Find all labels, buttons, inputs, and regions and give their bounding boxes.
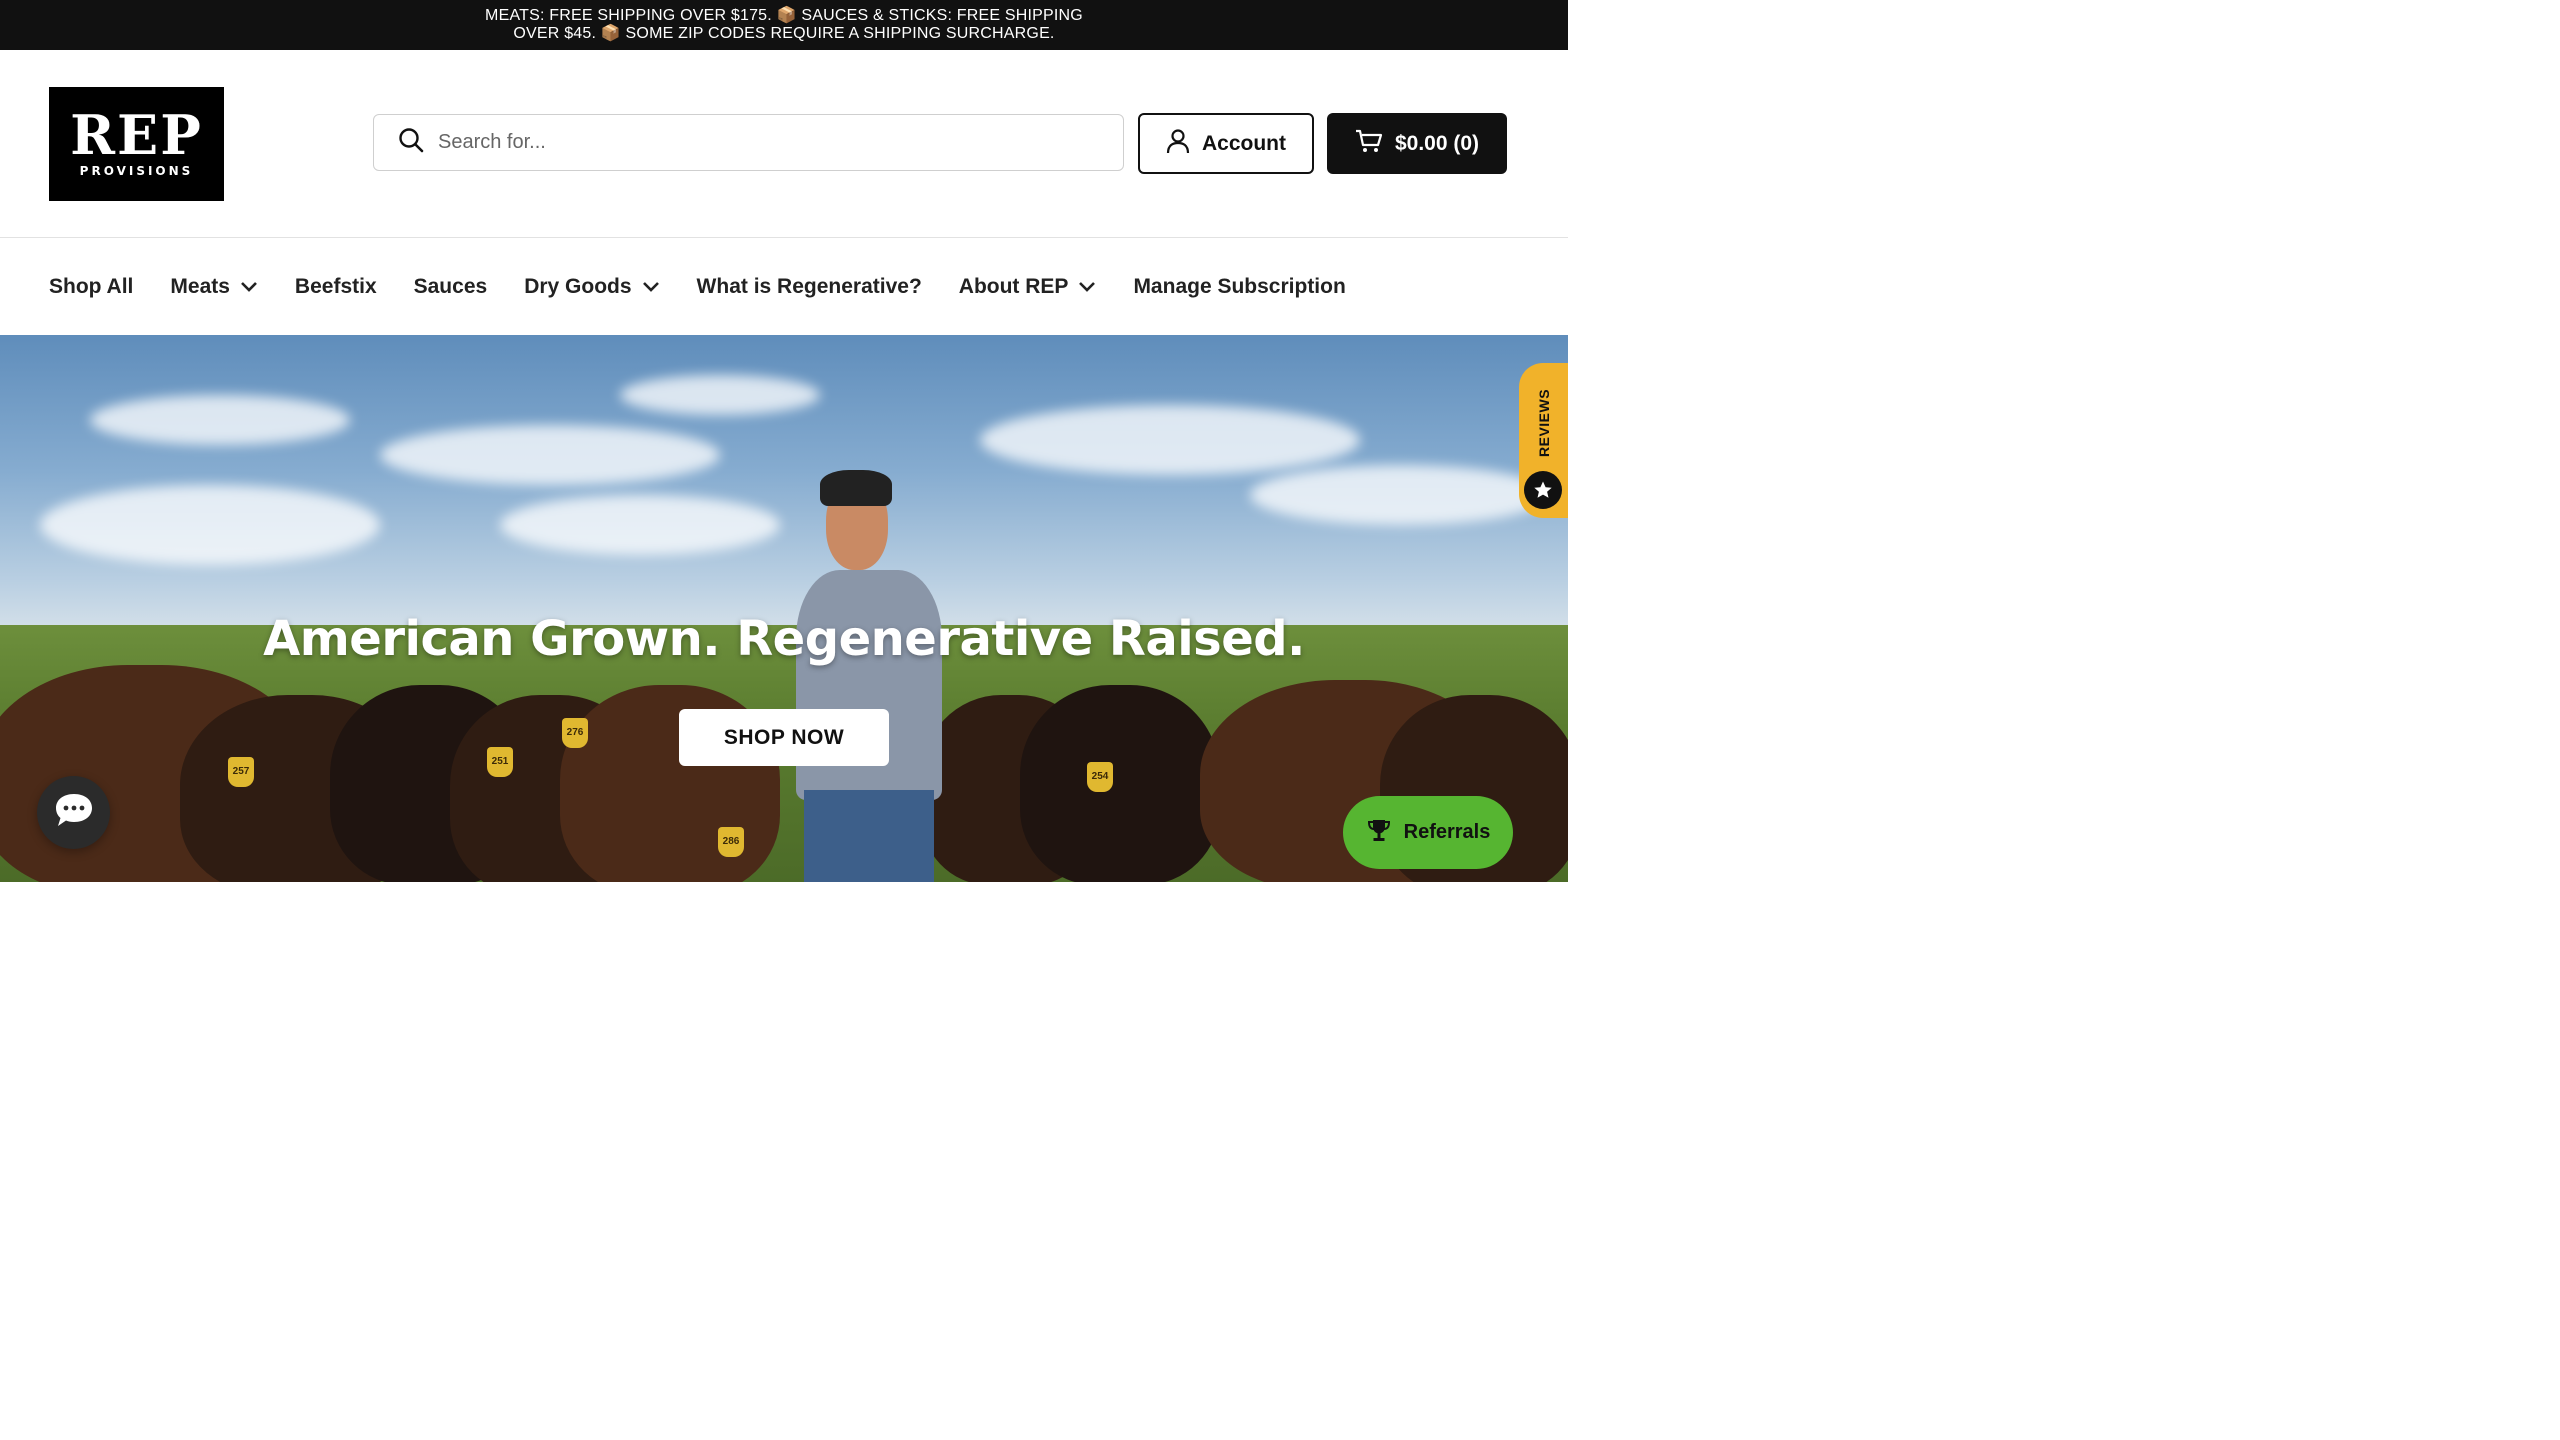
logo-mark: REP [70,103,203,167]
cow [1020,685,1220,882]
cloud [1250,465,1550,525]
ear-tag: 276 [562,718,588,748]
ear-tag-number: 257 [232,766,250,777]
cloud [500,495,780,555]
trophy-icon [1366,817,1392,849]
announcement-bar: MEATS: FREE SHIPPING OVER $175. 📦 SAUCES… [0,0,1568,50]
referrals-label: Referrals [1403,821,1491,843]
search-input[interactable] [438,131,1078,154]
nav-item-sauces[interactable]: Sauces [414,275,488,299]
nav-item-manage-subscription[interactable]: Manage Subscription [1133,275,1345,299]
nav-label: What is Regenerative? [696,275,922,298]
search-icon [398,127,424,158]
nav-label: About REP [958,275,1069,298]
nav-item-dry-goods[interactable]: Dry Goods [524,275,659,299]
ear-tag-number: 251 [491,756,509,767]
nav-label: Dry Goods [524,275,632,298]
nav-item-meats[interactable]: Meats [170,275,258,299]
cloud [90,395,350,445]
cloud [620,375,820,415]
ear-tag: 254 [1087,762,1113,792]
shop-now-button[interactable]: SHOP NOW [679,709,889,766]
ear-tag-number: 254 [1091,771,1109,782]
chat-button[interactable] [37,776,110,849]
cloud [380,425,720,485]
ear-tag-number: 286 [722,836,740,847]
ear-tag: 257 [228,757,254,787]
reviews-label: REVIEWS [1536,388,1552,458]
hero-title: American Grown. Regenerative Raised. [263,611,1305,667]
cart-icon [1355,128,1383,160]
nav-label: Sauces [413,275,488,298]
account-button[interactable]: Account [1138,113,1314,174]
chevron-down-icon [1079,282,1096,292]
site-logo[interactable]: REP PROVISIONS [49,87,224,201]
ear-tag: 286 [718,827,744,857]
cart-total: $0.00 (0) [1394,131,1480,155]
nav-label: Shop All [49,275,134,298]
account-label: Account [1202,131,1286,155]
main-nav: Shop All Meats Beefstix Sauces Dry Goods… [0,239,1568,335]
chevron-down-icon [241,282,257,292]
chevron-down-icon [642,282,659,292]
search-bar[interactable] [373,114,1124,171]
nav-label: Meats [170,275,230,298]
cloud [980,405,1360,475]
announcement-text: MEATS: FREE SHIPPING OVER $175. 📦 SAUCES… [485,7,1083,42]
farmer [786,470,956,882]
referrals-button[interactable]: Referrals [1343,796,1513,869]
star-icon[interactable] [1524,471,1562,509]
chat-bubble-icon [54,792,94,833]
cloud [40,485,380,565]
nav-label: Beefstix [294,275,377,298]
nav-item-what-is-regenerative[interactable]: What is Regenerative? [697,275,922,299]
cart-button[interactable]: $0.00 (0) [1327,113,1507,174]
ear-tag: 251 [487,747,513,777]
user-icon [1166,128,1190,160]
site-header: REP PROVISIONS Account $0.00 (0) [0,50,1568,238]
nav-item-shop-all[interactable]: Shop All [49,275,133,299]
hero-banner: 257 251 276 286 254 American Grown. Rege… [0,335,1568,882]
nav-item-about-rep[interactable]: About REP [959,275,1097,299]
nav-label: Manage Subscription [1133,275,1346,298]
logo-subtitle: PROVISIONS [79,164,194,178]
ear-tag-number: 276 [566,727,584,738]
nav-item-beefstix[interactable]: Beefstix [295,275,377,299]
